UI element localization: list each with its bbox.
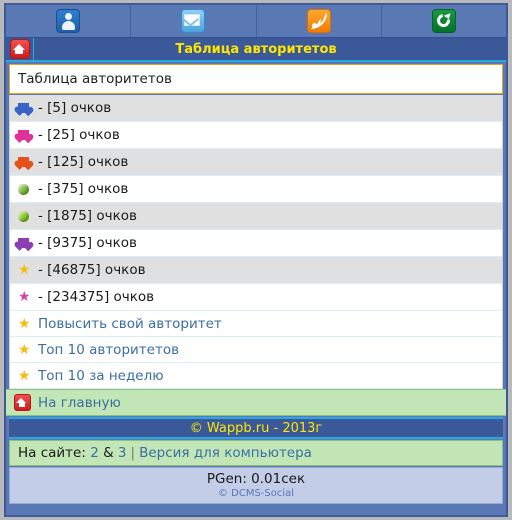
star-icon: ★ xyxy=(18,367,31,384)
link-home[interactable]: На главную xyxy=(38,395,121,411)
refresh-icon xyxy=(431,9,456,33)
user-icon xyxy=(56,9,81,33)
online-users-count[interactable]: 2 xyxy=(90,445,99,461)
link-top10-authorities[interactable]: Топ 10 авторитетов xyxy=(38,342,179,358)
table-row: - [1875] очков xyxy=(10,203,502,230)
online-label: На сайте: xyxy=(18,445,86,461)
table-row: - [375] очков xyxy=(10,176,502,203)
shield-icon xyxy=(18,238,38,248)
list-item[interactable]: ★ Топ 10 авторитетов xyxy=(10,337,502,363)
titlebar-home-button[interactable] xyxy=(6,38,34,60)
star-icon: ★ xyxy=(18,341,31,358)
mail-icon xyxy=(181,9,206,33)
nav-item-mail[interactable] xyxy=(131,5,257,37)
sphere-icon xyxy=(18,183,38,195)
home-link-row[interactable]: На главную xyxy=(6,389,506,416)
heart-icon xyxy=(18,103,38,113)
online-amp: & xyxy=(103,445,114,461)
app-frame: Таблица авторитетов Таблица авторитетов … xyxy=(4,3,508,517)
copyright-bar: © Wappb.ru - 2013г xyxy=(9,417,503,439)
row-label: - [25] очков xyxy=(38,127,120,143)
row-label: - [125] очков xyxy=(38,154,129,170)
row-label: - [46875] очков xyxy=(38,262,146,278)
app-window: Таблица авторитетов Таблица авторитетов … xyxy=(0,0,512,520)
star-icon: ★ xyxy=(18,315,31,332)
table-row: ★ - [46875] очков xyxy=(10,257,502,284)
row-label: - [234375] очков xyxy=(38,289,155,305)
row-label: - [1875] очков xyxy=(38,208,137,224)
heart-icon xyxy=(18,130,38,140)
link-top10-week[interactable]: Топ 10 за неделю xyxy=(38,368,164,384)
row-label: - [375] очков xyxy=(38,181,129,197)
top-navigation-bar xyxy=(6,5,506,38)
section-header-box: Таблица авторитетов xyxy=(9,64,503,94)
table-row: - [5] очков xyxy=(10,95,502,122)
sphere-icon xyxy=(18,210,38,222)
online-status-bar: На сайте: 2 & 3 | Версия для компьютера xyxy=(9,440,503,466)
row-label: - [9375] очков xyxy=(38,235,137,251)
link-raise-authority[interactable]: Повысить свой авторитет xyxy=(38,316,222,332)
online-guests-count[interactable]: 3 xyxy=(118,445,127,461)
authority-list: - [5] очков - [25] очков - [125] очков -… xyxy=(9,95,503,389)
engine-credit: © DCMS-Social xyxy=(217,488,295,499)
star-icon: ★ xyxy=(18,289,31,305)
home-icon xyxy=(14,394,38,411)
nav-item-refresh[interactable] xyxy=(382,5,506,37)
pgen-bar: PGen: 0.01сек © DCMS-Social xyxy=(9,467,503,504)
nav-item-rss[interactable] xyxy=(257,5,382,37)
pgen-time: PGen: 0.01сек xyxy=(206,471,306,487)
link-desktop-version[interactable]: Версия для компьютера xyxy=(139,445,312,461)
table-row: - [125] очков xyxy=(10,149,502,176)
heart-icon xyxy=(18,157,38,167)
list-item[interactable]: ★ Топ 10 за неделю xyxy=(10,363,502,389)
row-label: - [5] очков xyxy=(38,100,112,116)
page-title-bar: Таблица авторитетов xyxy=(6,38,506,62)
table-row: - [9375] очков xyxy=(10,230,502,257)
star-icon: ★ xyxy=(18,262,31,278)
page-title: Таблица авторитетов xyxy=(175,41,337,57)
home-icon xyxy=(9,39,30,59)
online-divider: | xyxy=(130,445,136,461)
table-row: - [25] очков xyxy=(10,122,502,149)
rss-icon xyxy=(306,9,331,33)
table-row: ★ - [234375] очков xyxy=(10,284,502,311)
list-item[interactable]: ★ Повысить свой авторитет xyxy=(10,311,502,337)
nav-item-profile[interactable] xyxy=(6,5,132,37)
